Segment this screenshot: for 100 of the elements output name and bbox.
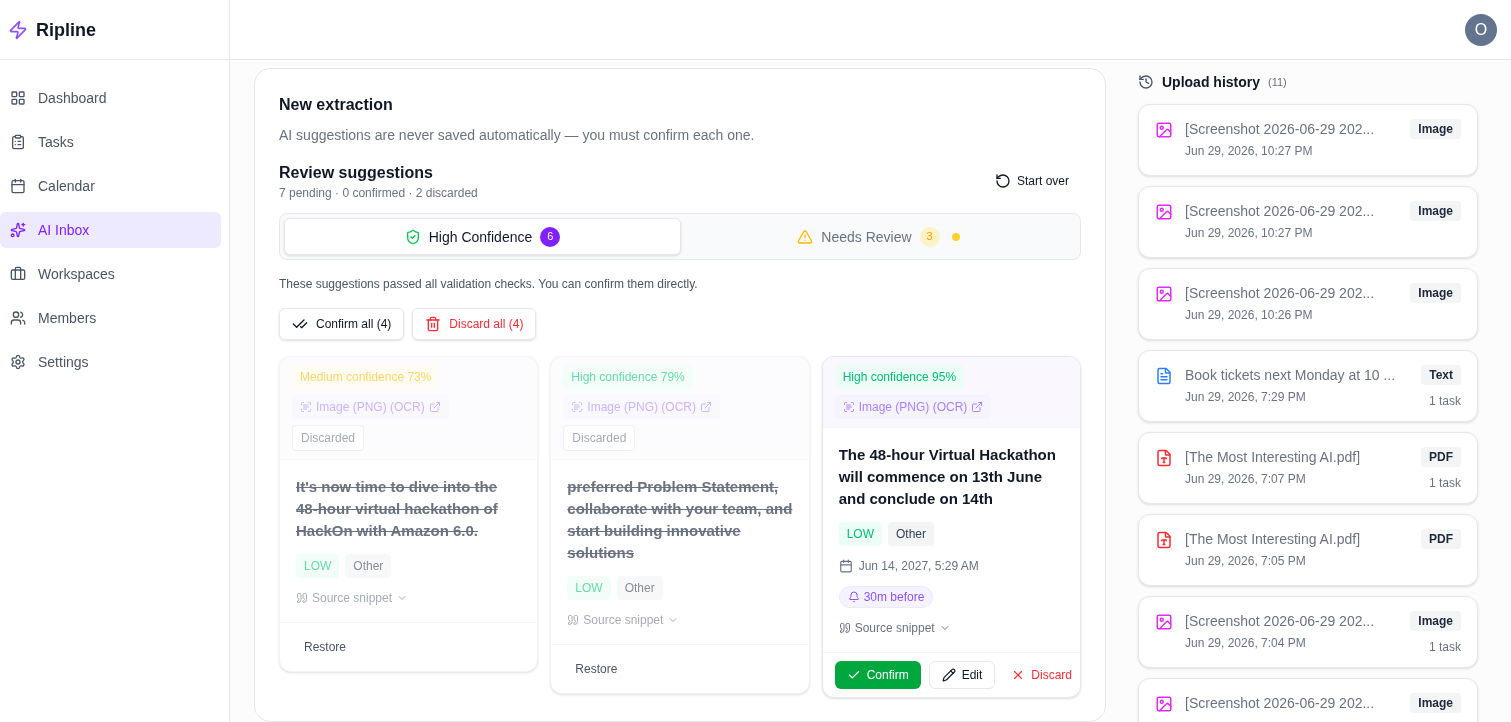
upload-title: [Screenshot 2026-06-29 202...: [1185, 120, 1376, 139]
sidebar-item[interactable]: AI Inbox: [0, 212, 221, 248]
task-count: 1 task: [1429, 475, 1461, 491]
history-icon: [1138, 74, 1154, 90]
restore-button[interactable]: Restore: [292, 631, 359, 663]
suggestion-title: It's now time to dive into the 48-hour virtual hackathon of HackOn with Amazon 6.0.: [296, 477, 499, 541]
file-icon: [1155, 531, 1173, 549]
tab[interactable]: Needs Review 3: [681, 218, 1076, 255]
priority-badge: LOW: [838, 522, 882, 546]
scan-icon: [842, 401, 855, 413]
upload-title: [Screenshot 2026-06-29 202...: [1185, 694, 1376, 713]
section-title: New extraction: [279, 95, 394, 115]
image-icon: [1155, 695, 1173, 713]
count-badge: 3: [919, 226, 940, 247]
sidebar-item[interactable]: Members: [0, 300, 221, 336]
type-badge: Text: [1421, 365, 1461, 385]
category-badge: Other: [616, 576, 663, 600]
category-badge: Other: [345, 554, 392, 578]
sparkles-icon: [10, 222, 26, 238]
edit-button[interactable]: Edit: [928, 661, 996, 689]
task-count: 1 task: [1429, 639, 1461, 655]
upload-card[interactable]: [Screenshot 2026-06-29 202... Jun 29, 2026, 7:04 PM Image 1 task: [1138, 596, 1478, 668]
upload-time: Jun 29, 2026, 7:05 PM: [1185, 553, 1307, 569]
external-link-icon: [700, 401, 712, 413]
quote-icon: [567, 614, 580, 626]
type-badge: Image: [1410, 119, 1461, 139]
bell-icon: [847, 591, 860, 603]
external-link-icon: [971, 401, 984, 413]
reminder-badge: 30m before: [838, 586, 934, 608]
sidebar-item[interactable]: Calendar: [0, 168, 221, 204]
reset-icon: [994, 173, 1011, 189]
upload-time: Jun 29, 2026, 7:29 PM: [1185, 389, 1307, 405]
pencil-icon: [941, 668, 956, 682]
type-badge: Image: [1410, 611, 1461, 631]
upload-card[interactable]: [The Most Interesting AI.pdf] Jun 29, 2026, 7:07 PM PDF 1 task: [1138, 432, 1478, 504]
review-summary: 7 pending · 0 confirmed · 2 discarded: [279, 185, 478, 201]
upload-card[interactable]: [The Most Interesting AI.pdf] Jun 29, 2026, 7:05 PM PDF: [1138, 514, 1478, 586]
sidebar-item[interactable]: Tasks: [0, 124, 221, 160]
people-icon: [10, 310, 26, 326]
upload-card[interactable]: [Screenshot 2026-06-29 202... Image: [1138, 678, 1478, 722]
upload-card[interactable]: Book tickets next Monday at 10 ... Jun 29, 2026, 7:29 PM Text 1 task: [1138, 350, 1478, 422]
user-avatar[interactable]: O: [1465, 13, 1497, 46]
upload-card[interactable]: [Screenshot 2026-06-29 202... Jun 29, 2026, 10:26 PM Image: [1138, 268, 1478, 340]
discard-all-button[interactable]: Discard all (4): [412, 308, 537, 340]
confirm-all-button[interactable]: Confirm all (4): [279, 308, 405, 340]
image-icon: [1155, 121, 1173, 139]
review-title: Review suggestions: [279, 163, 434, 183]
upload-title: [Screenshot 2026-06-29 202...: [1185, 202, 1376, 221]
sidebar-item[interactable]: Workspaces: [0, 256, 221, 292]
discard-button[interactable]: Discard: [1003, 661, 1080, 689]
source-snippet-toggle[interactable]: Source snippet: [838, 620, 951, 636]
calendar-icon: [10, 178, 26, 194]
bolt-icon: [8, 19, 28, 40]
start-over-button[interactable]: Start over: [982, 165, 1081, 197]
due-date: Jun 14, 2027, 5:29 AM: [858, 558, 979, 574]
upload-time: Jun 29, 2026, 7:07 PM: [1185, 471, 1307, 487]
priority-badge: LOW: [567, 576, 611, 600]
history-count: (11): [1268, 74, 1287, 90]
restore-button[interactable]: Restore: [563, 653, 630, 685]
upload-time: Jun 29, 2026, 10:26 PM: [1185, 307, 1314, 323]
type-badge: PDF: [1421, 447, 1461, 467]
suggestion-title: The 48-hour Virtual Hackathon will commence on 13th June and conclude on 14th: [838, 445, 1057, 509]
sidebar-item[interactable]: Dashboard: [0, 80, 221, 116]
priority-badge: LOW: [296, 554, 340, 578]
quote-icon: [838, 622, 851, 634]
calendar-icon: [838, 559, 853, 573]
task-count: 1 task: [1429, 393, 1461, 409]
settings-icon: [10, 354, 26, 370]
warning-icon: [797, 228, 814, 245]
section-subtitle: AI suggestions are never saved automatically — you must confirm each one.: [279, 126, 756, 145]
trash-icon: [425, 316, 442, 332]
document-icon: [1155, 367, 1173, 385]
upload-title: [The Most Interesting AI.pdf]: [1185, 530, 1362, 549]
tab-hint: These suggestions passed all validation checks. You can confirm them directly.: [279, 276, 699, 292]
upload-time: Jun 29, 2026, 7:04 PM: [1185, 635, 1307, 651]
upload-title: [Screenshot 2026-06-29 202...: [1185, 284, 1376, 303]
upload-title: Book tickets next Monday at 10 ...: [1185, 366, 1397, 385]
status-badge: Discarded: [292, 425, 365, 451]
brand-name: Ripline: [36, 18, 96, 42]
image-icon: [1155, 613, 1173, 631]
briefcase-icon: [10, 266, 26, 282]
confidence-badge: Medium confidence 73%: [292, 365, 440, 389]
upload-card[interactable]: [Screenshot 2026-06-29 202... Jun 29, 2026, 10:27 PM Image: [1138, 186, 1478, 258]
external-link-icon: [428, 401, 441, 413]
upload-card[interactable]: [Screenshot 2026-06-29 202... Jun 29, 2026, 10:27 PM Image: [1138, 104, 1478, 176]
panel-title: Upload history: [1162, 73, 1260, 92]
check-icon: [846, 668, 861, 682]
confidence-badge: High confidence 95%: [834, 365, 965, 389]
image-icon: [1155, 203, 1173, 221]
sidebar-item[interactable]: Settings: [0, 344, 221, 380]
clipboard-icon: [10, 134, 26, 150]
quote-icon: [296, 592, 308, 604]
upload-title: [Screenshot 2026-06-29 202...: [1185, 612, 1376, 631]
upload-time: Jun 29, 2026, 10:27 PM: [1185, 143, 1314, 159]
confidence-badge: High confidence 79%: [563, 365, 693, 389]
scan-icon: [571, 401, 584, 413]
tab[interactable]: High Confidence 6: [284, 218, 681, 255]
shield-check-icon: [404, 228, 421, 245]
type-badge: Image: [1410, 283, 1461, 303]
count-badge: 6: [540, 226, 561, 247]
